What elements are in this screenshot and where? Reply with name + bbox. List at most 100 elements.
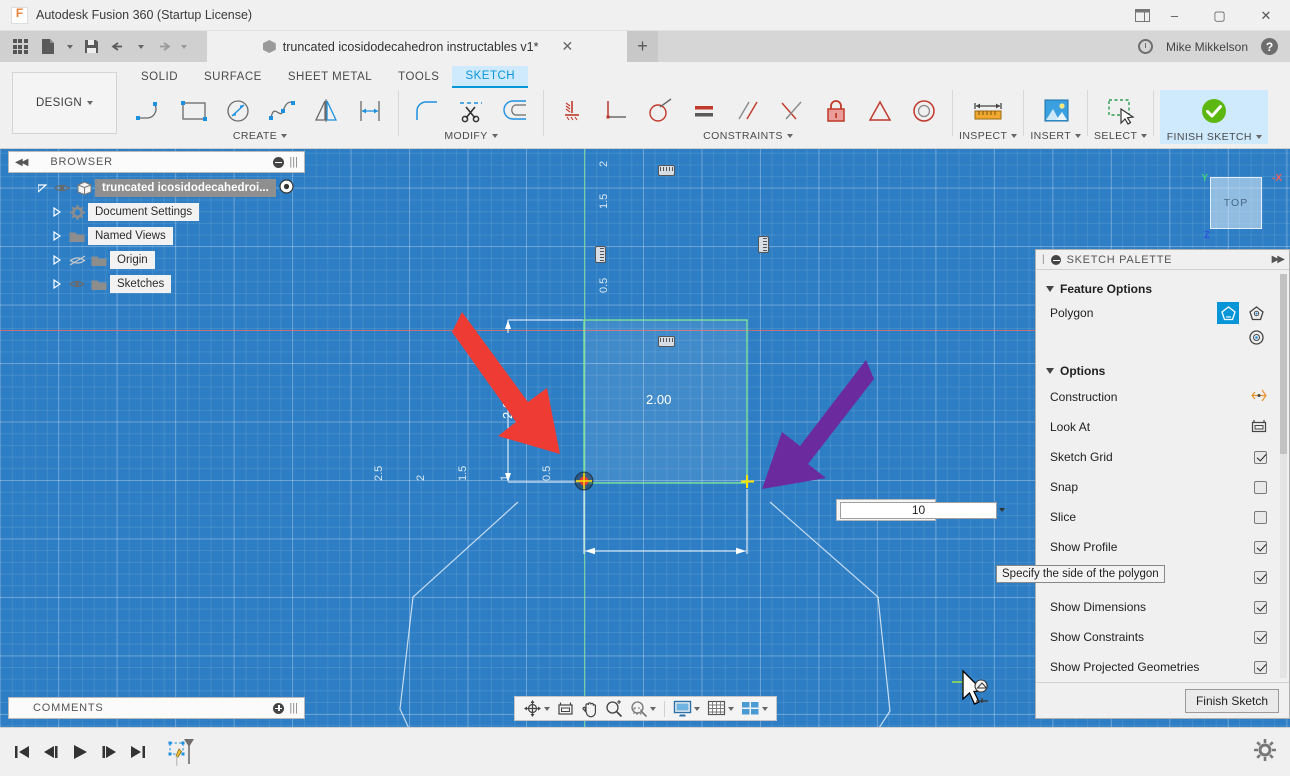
tree-item-named-views[interactable]: Named Views	[8, 224, 308, 248]
option-show-dimensions[interactable]: Show Dimensions	[1036, 592, 1289, 622]
activate-component-icon[interactable]	[279, 179, 294, 197]
sketch-timeline-item-icon[interactable]	[168, 736, 196, 768]
tree-item-origin[interactable]: Origin	[8, 248, 308, 272]
visibility-eye-icon[interactable]	[66, 275, 88, 293]
viewports-icon[interactable]	[738, 697, 771, 720]
minimize-button[interactable]: –	[1152, 0, 1197, 31]
panel-insert-label[interactable]: INSERT	[1030, 130, 1081, 142]
trim-scissors-icon[interactable]	[449, 90, 493, 132]
redo-icon[interactable]	[149, 34, 175, 60]
option-sketch-grid[interactable]: Sketch Grid	[1036, 442, 1289, 472]
new-document-dropdown-icon[interactable]	[63, 34, 76, 60]
tab-surface[interactable]: SURFACE	[191, 66, 275, 88]
resize-grip-icon[interactable]: |||	[289, 156, 298, 168]
concentric-icon[interactable]	[902, 90, 946, 132]
green-check-icon[interactable]	[1160, 90, 1268, 132]
panel-finish-sketch-label[interactable]: FINISH SKETCH	[1160, 130, 1268, 144]
show-constraints-checkbox[interactable]	[1254, 631, 1267, 644]
twisty-closed-icon[interactable]	[48, 255, 66, 265]
minimize-circle-icon[interactable]	[1051, 255, 1061, 265]
tab-sheet-metal[interactable]: SHEET METAL	[275, 66, 385, 88]
tab-sketch[interactable]: SKETCH	[452, 66, 528, 88]
arc-icon[interactable]	[128, 90, 172, 132]
skip-to-start-icon[interactable]	[13, 743, 31, 761]
zoom-window-icon[interactable]	[627, 697, 659, 720]
measure-icon[interactable]	[966, 90, 1010, 132]
option-construction[interactable]: Construction	[1036, 382, 1289, 412]
step-back-icon[interactable]	[42, 743, 60, 761]
panel-constraints-label[interactable]: CONSTRAINTS	[703, 130, 793, 142]
offset-icon[interactable]	[493, 90, 537, 132]
horizontal-vertical-icon[interactable]	[550, 90, 594, 132]
redo-dropdown-icon[interactable]	[177, 34, 190, 60]
panel-create-label[interactable]: CREATE	[233, 130, 287, 142]
user-name-label[interactable]: Mike Mikkelson	[1166, 40, 1248, 54]
tangent-icon[interactable]	[638, 90, 682, 132]
sketch-grid-checkbox[interactable]	[1254, 451, 1267, 464]
orbit-icon[interactable]	[520, 697, 553, 720]
palette-scrollbar[interactable]	[1280, 274, 1287, 678]
option-show-projected-geometries[interactable]: Show Projected Geometries	[1036, 652, 1289, 682]
maximize-button[interactable]: ▢	[1197, 0, 1242, 31]
edge-polygon-icon[interactable]	[1245, 326, 1267, 348]
rectangle-icon[interactable]	[172, 90, 216, 132]
dimension-horizontal[interactable]: 2.00	[646, 392, 671, 407]
drag-grip-icon[interactable]: |	[1042, 254, 1045, 265]
save-icon[interactable]	[78, 34, 104, 60]
tree-item-document-settings[interactable]: Document Settings	[8, 200, 308, 224]
tab-solid[interactable]: SOLID	[128, 66, 191, 88]
close-button[interactable]: ✕	[1242, 0, 1290, 31]
panel-select-label[interactable]: SELECT	[1094, 130, 1147, 142]
spline-icon[interactable]	[260, 90, 304, 132]
grid-snaps-icon[interactable]	[704, 697, 737, 720]
panel-modify-label[interactable]: MODIFY	[444, 130, 497, 142]
resize-grip-icon[interactable]: |||	[289, 702, 298, 714]
equal-icon[interactable]	[682, 90, 726, 132]
construction-icon[interactable]	[1251, 389, 1267, 405]
circle-icon[interactable]	[216, 90, 260, 132]
perpendicular-icon[interactable]	[594, 90, 638, 132]
symmetry-icon[interactable]	[858, 90, 902, 132]
dimension-icon[interactable]	[348, 90, 392, 132]
option-show-constraints[interactable]: Show Constraints	[1036, 622, 1289, 652]
workspace-switcher[interactable]: DESIGN	[12, 72, 117, 134]
option-snap[interactable]: Snap	[1036, 472, 1289, 502]
double-right-arrow-icon[interactable]: ▶▶	[1272, 254, 1283, 265]
zoom-in-icon[interactable]	[602, 697, 626, 720]
apps-grid-icon[interactable]	[7, 34, 33, 60]
inscribed-polygon-icon[interactable]	[1217, 302, 1239, 324]
help-icon[interactable]: ?	[1261, 38, 1278, 55]
play-icon[interactable]	[71, 743, 89, 761]
twisty-closed-icon[interactable]	[48, 231, 66, 241]
show-projected-geometries-checkbox[interactable]	[1254, 661, 1267, 674]
select-window-icon[interactable]	[1099, 90, 1143, 132]
twisty-closed-icon[interactable]	[48, 207, 66, 217]
chevron-down-icon[interactable]	[762, 707, 768, 711]
comments-panel-header[interactable]: COMMENTS |||	[8, 697, 305, 719]
chevron-down-icon[interactable]	[650, 707, 656, 711]
insert-image-icon[interactable]	[1034, 90, 1078, 132]
tree-item-sketches[interactable]: Sketches	[8, 272, 308, 296]
undo-dropdown-icon[interactable]	[134, 34, 147, 60]
chevron-down-icon[interactable]	[694, 707, 700, 711]
look-at-icon[interactable]	[554, 697, 577, 720]
tab-tools[interactable]: TOOLS	[385, 66, 452, 88]
chevron-down-icon[interactable]	[728, 707, 734, 711]
new-document-icon[interactable]	[35, 34, 61, 60]
show-dimensions-checkbox[interactable]	[1254, 601, 1267, 614]
horizontal-constraint-icon[interactable]	[658, 165, 675, 176]
minimize-circle-icon[interactable]	[273, 157, 284, 168]
horizontal-constraint-icon[interactable]	[658, 336, 675, 347]
step-forward-icon[interactable]	[100, 743, 118, 761]
section-feature-options[interactable]: Feature Options	[1036, 276, 1289, 300]
settings-gear-icon[interactable]	[1254, 739, 1276, 766]
visibility-eye-off-icon[interactable]	[66, 251, 88, 269]
midpoint-icon[interactable]	[770, 90, 814, 132]
display-settings-icon[interactable]	[670, 697, 703, 720]
new-tab-button[interactable]: +	[627, 31, 658, 62]
restore-layout-icon[interactable]	[1135, 0, 1150, 31]
panel-inspect-label[interactable]: INSPECT	[959, 130, 1017, 142]
slice-checkbox[interactable]	[1254, 511, 1267, 524]
parallel-icon[interactable]	[726, 90, 770, 132]
option-look-at[interactable]: Look At	[1036, 412, 1289, 442]
